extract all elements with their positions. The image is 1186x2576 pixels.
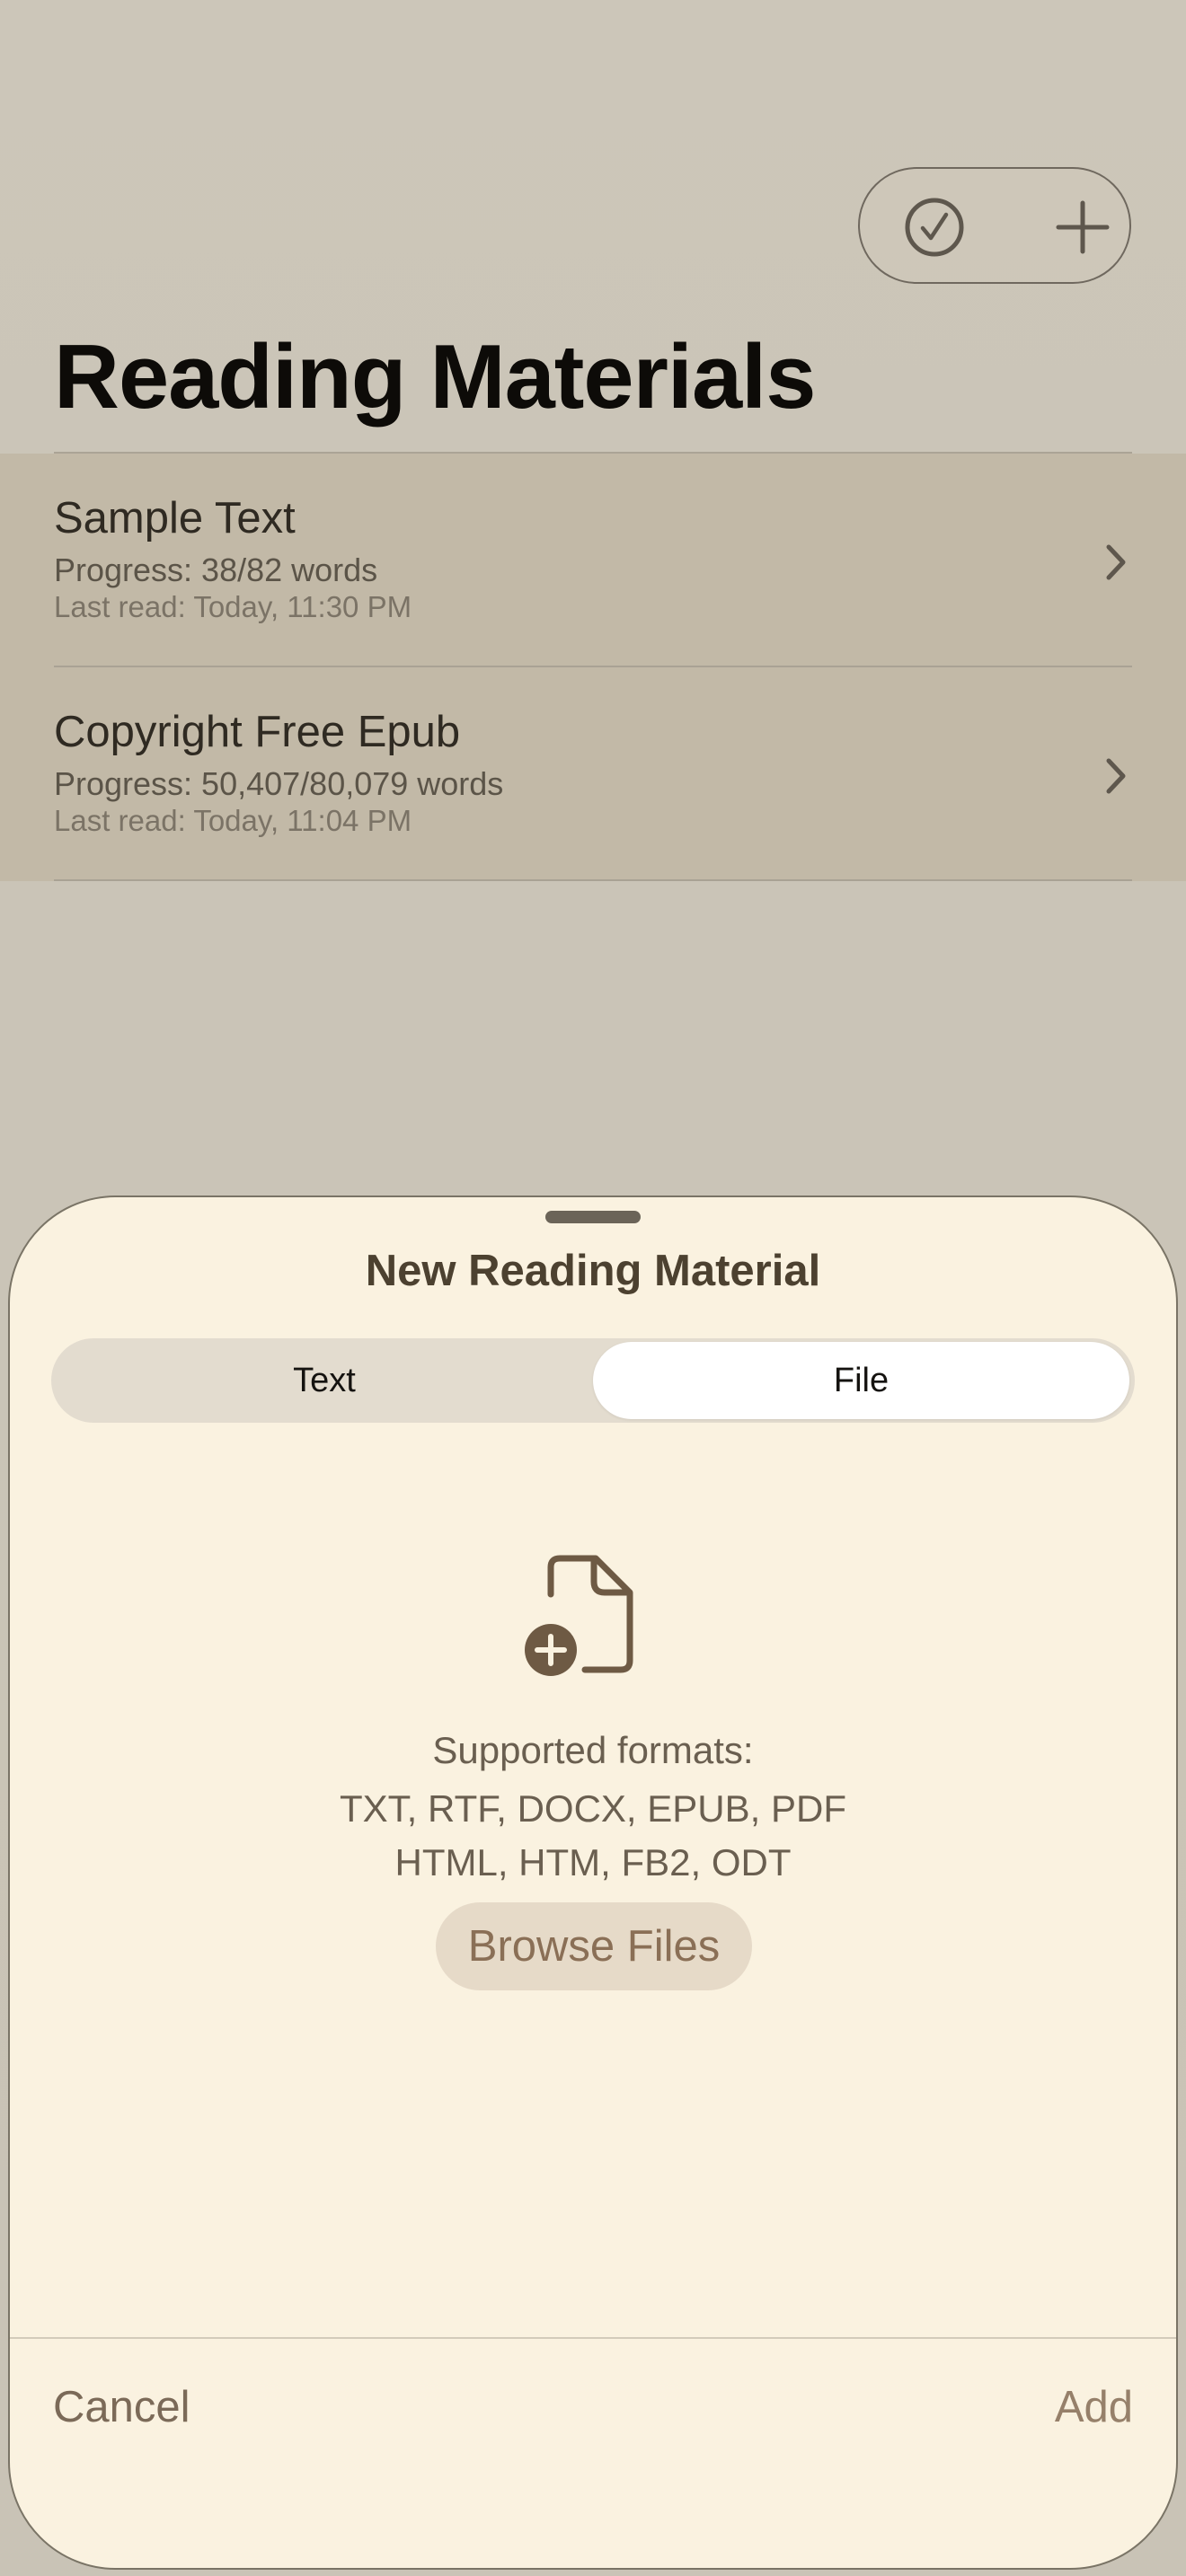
- sheet-title: New Reading Material: [365, 1247, 821, 1295]
- add-confirm-button[interactable]: Add: [1055, 2380, 1133, 2434]
- document-add-icon: [525, 1555, 633, 1676]
- item-last-read: Last read: Today, 11:04 PM: [54, 804, 412, 837]
- formats-list: HTML, HTM, FB2, ODT: [394, 1841, 792, 1883]
- toolbar-pill: [858, 167, 1131, 284]
- sheet-grabber[interactable]: [545, 1211, 641, 1223]
- source-segmented-control: Text File: [51, 1338, 1135, 1423]
- new-material-sheet: New Reading Material Text File Supported…: [8, 1195, 1178, 2570]
- item-progress: Progress: 38/82 words: [54, 551, 378, 588]
- divider: [54, 879, 1132, 881]
- select-button[interactable]: [896, 189, 973, 266]
- browse-files-button[interactable]: Browse Files: [436, 1902, 752, 1990]
- item-last-read: Last read: Today, 11:30 PM: [54, 590, 412, 623]
- list-item[interactable]: Sample Text Progress: 38/82 words Last r…: [0, 454, 1186, 667]
- page-title: Reading Materials: [54, 327, 816, 428]
- chevron-right-icon: [1106, 758, 1126, 794]
- add-button[interactable]: [1044, 189, 1121, 266]
- segment-text[interactable]: Text: [55, 1342, 594, 1419]
- chevron-right-icon: [1106, 544, 1126, 580]
- cancel-button[interactable]: Cancel: [53, 2380, 190, 2434]
- plus-icon: [1056, 200, 1110, 254]
- segment-file[interactable]: File: [593, 1342, 1129, 1419]
- item-progress: Progress: 50,407/80,079 words: [54, 765, 504, 802]
- formats-list: TXT, RTF, DOCX, EPUB, PDF: [340, 1787, 846, 1830]
- item-title: Copyright Free Epub: [54, 708, 461, 756]
- list-item[interactable]: Copyright Free Epub Progress: 50,407/80,…: [0, 667, 1186, 881]
- item-title: Sample Text: [54, 494, 296, 543]
- formats-label: Supported formats:: [432, 1729, 754, 1771]
- divider: [10, 2337, 1176, 2339]
- checkmark-circle-icon: [905, 198, 964, 257]
